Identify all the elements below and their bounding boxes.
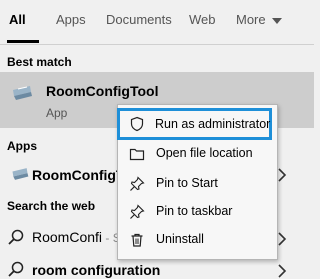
app-icon xyxy=(13,86,32,100)
menu-item-label: Run as administrator xyxy=(155,117,271,131)
tab-documents[interactable]: Documents xyxy=(106,12,172,27)
menu-item-pin-to-start[interactable]: Pin to Start xyxy=(118,171,277,197)
tabs-divider xyxy=(0,44,314,45)
active-tab-indicator xyxy=(7,40,39,43)
menu-item-run-as-administrator[interactable]: Run as administrator xyxy=(117,108,272,140)
search-tabs: All Apps Documents Web More xyxy=(0,0,314,44)
web-result-1[interactable]: RoomConfi - Se xyxy=(32,229,127,245)
search-icon xyxy=(8,229,24,245)
menu-item-open-file-location[interactable]: Open file location xyxy=(118,141,277,167)
web-result-2-text: room configuration xyxy=(32,262,161,278)
apps-heading: Apps xyxy=(7,139,37,153)
search-web-heading: Search the web xyxy=(7,199,96,213)
menu-item-label: Uninstall xyxy=(156,232,204,246)
menu-item-label: Open file location xyxy=(156,146,253,160)
shield-icon xyxy=(130,116,144,132)
trash-icon xyxy=(131,233,143,247)
folder-icon xyxy=(129,148,145,161)
menu-item-label: Pin to Start xyxy=(156,176,218,190)
menu-item-pin-to-taskbar[interactable]: Pin to taskbar xyxy=(118,199,277,225)
best-match-heading: Best match xyxy=(7,55,72,69)
web-result-1-text: RoomConfi xyxy=(32,229,103,245)
menu-item-label: Pin to taskbar xyxy=(156,204,233,218)
tab-more-label: More xyxy=(236,12,266,27)
tab-apps[interactable]: Apps xyxy=(56,12,86,27)
chevron-right-icon[interactable] xyxy=(277,232,287,246)
menu-item-uninstall[interactable]: Uninstall xyxy=(118,227,277,253)
web-result-2[interactable]: room configuration xyxy=(32,262,160,278)
chevron-right-icon[interactable] xyxy=(277,168,287,182)
tab-web[interactable]: Web xyxy=(189,12,216,27)
chevron-down-icon xyxy=(271,17,282,24)
best-match-type: App xyxy=(46,106,68,120)
pin-icon xyxy=(130,204,145,219)
app-icon xyxy=(12,168,29,180)
best-match-title: RoomConfigTool xyxy=(46,83,159,99)
tab-more[interactable]: More xyxy=(236,12,282,27)
tab-all[interactable]: All xyxy=(9,12,26,27)
chevron-right-icon[interactable] xyxy=(277,264,287,278)
search-icon xyxy=(8,261,24,277)
pin-icon xyxy=(130,176,145,191)
